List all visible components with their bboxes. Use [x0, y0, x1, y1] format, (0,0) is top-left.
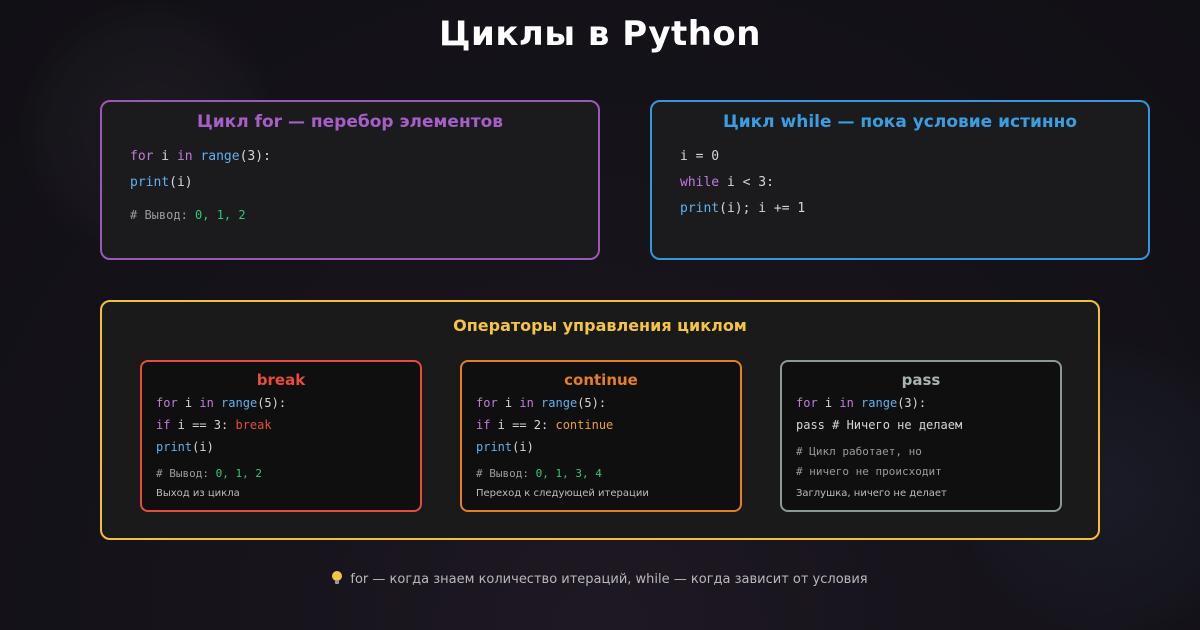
lightbulb-icon [332, 571, 343, 585]
continue-code-line-1: for i in range(5): [476, 396, 607, 410]
footer-tip: for — когда знаем количество итераций, w… [0, 571, 1200, 587]
break-title: break [256, 371, 306, 389]
continue-output-comment: # Вывод: 0, 1, 3, 4 [476, 467, 602, 480]
while-card-title: Цикл while — пока условие истинно [722, 112, 1078, 132]
break-card: break for i in range(5): if i == 3: brea… [140, 360, 422, 512]
while-code-line-3: print(i); i += 1 [680, 201, 806, 216]
for-loop-card: Цикл for — перебор элементов for i in ra… [100, 100, 600, 260]
for-code-line-2: print(i) [130, 175, 193, 190]
continue-code-line-3: print(i) [476, 440, 534, 454]
while-code-line-1: i = 0 [680, 149, 720, 164]
while-code-line-2: while i < 3: [680, 175, 774, 190]
break-output-comment: # Вывод: 0, 1, 2 [156, 467, 262, 480]
continue-code-block: for i in range(5): if i == 2: continue p… [476, 392, 613, 484]
operators-title: Операторы управления циклом [453, 316, 747, 335]
for-code-line-1: for i in range(3): [130, 149, 271, 164]
while-code-block: i = 0 while i < 3: print(i); i += 1 [680, 144, 805, 222]
break-description: Выход из цикла [156, 488, 240, 499]
pass-card: pass for i in range(3): pass # Ничего не… [780, 360, 1062, 512]
loop-control-operators-panel: Операторы управления циклом break for i … [100, 300, 1100, 540]
continue-description: Переход к следующей итерации [476, 488, 649, 499]
pass-code-line-1: for i in range(3): [796, 396, 927, 410]
pass-comment-2: # ничего не происходит [796, 465, 942, 478]
page-title: Циклы в Python [438, 14, 761, 54]
for-code-block: for i in range(3): print(i) # Вывод: 0, … [130, 144, 271, 226]
for-card-title: Цикл for — перебор элементов [196, 112, 504, 132]
pass-title: pass [901, 371, 941, 389]
pass-code-block: for i in range(3): pass # Ничего не дела… [796, 392, 962, 482]
continue-card: continue for i in range(5): if i == 2: c… [460, 360, 742, 512]
break-code-line-1: for i in range(5): [156, 396, 287, 410]
footer-tip-text: for — когда знаем количество итераций, w… [350, 572, 868, 587]
continue-code-line-2: if i == 2: continue [476, 418, 614, 432]
for-output-comment: # Вывод: 0, 1, 2 [130, 208, 246, 222]
pass-code-line-2: pass # Ничего не делаем [796, 418, 963, 432]
pass-description: Заглушка, ничего не делает [796, 488, 947, 499]
while-loop-card: Цикл while — пока условие истинно i = 0 … [650, 100, 1150, 260]
break-code-block: for i in range(5): if i == 3: break prin… [156, 392, 286, 484]
break-code-line-2: if i == 3: break [156, 418, 272, 432]
pass-comment-1: # Цикл работает, но [796, 445, 922, 458]
continue-title: continue [564, 371, 638, 389]
break-code-line-3: print(i) [156, 440, 214, 454]
